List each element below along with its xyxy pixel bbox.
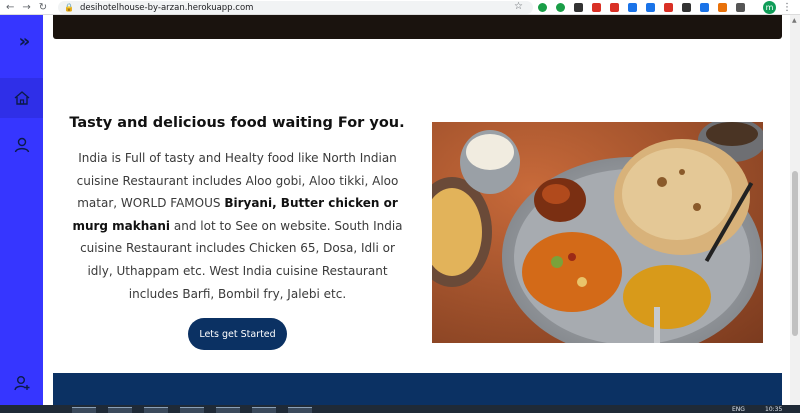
sidebar: » — [0, 15, 43, 413]
url-text[interactable]: desihotelhouse-by-arzan.herokuapp.com — [80, 3, 253, 13]
thali-plate-image — [432, 122, 763, 343]
sidebar-item-add-user[interactable] — [0, 363, 43, 403]
browser-extension-icon[interactable] — [718, 3, 727, 12]
reload-icon[interactable]: ↻ — [39, 0, 47, 15]
taskbar-app[interactable] — [72, 407, 96, 413]
taskbar-app[interactable] — [180, 407, 204, 413]
browser-extension-icon[interactable] — [646, 3, 655, 12]
back-icon[interactable]: ← — [6, 0, 14, 15]
browser-extension-icon[interactable] — [538, 3, 547, 12]
browser-toolbar: ← → ↻ 🔒 desihotelhouse-by-arzan.herokuap… — [0, 0, 800, 15]
browser-nav: ← → ↻ — [0, 0, 58, 15]
taskbar-app[interactable] — [252, 407, 276, 413]
scrollbar-thumb[interactable] — [792, 171, 798, 336]
scroll-up-icon[interactable]: ▲ — [792, 17, 797, 24]
browser-extension-icon[interactable] — [682, 3, 691, 12]
browser-extension-icon[interactable] — [592, 3, 601, 12]
sidebar-item-home[interactable] — [0, 78, 43, 118]
kebab-menu-icon[interactable]: ⋮ — [782, 0, 792, 15]
get-started-button[interactable]: Lets get Started — [188, 318, 287, 350]
taskbar-app[interactable] — [108, 407, 132, 413]
section-title: Tasty and delicious food waiting For you… — [69, 115, 405, 131]
browser-extension-icon[interactable] — [628, 3, 637, 12]
sidebar-item-user[interactable] — [0, 125, 43, 165]
language-indicator[interactable]: ENG — [732, 406, 745, 413]
taskbar-app[interactable] — [216, 407, 240, 413]
user-icon — [14, 137, 29, 153]
profile-avatar[interactable]: m — [763, 1, 776, 14]
page-scrollbar[interactable]: ▲ — [790, 15, 800, 413]
home-icon — [14, 91, 29, 105]
browser-extension-icon[interactable] — [610, 3, 619, 12]
taskbar-app[interactable] — [288, 407, 312, 413]
taskbar-app[interactable] — [144, 407, 168, 413]
browser-extension-icon[interactable] — [700, 3, 709, 12]
browser-extension-icon[interactable] — [556, 3, 565, 12]
bookmark-star-icon[interactable]: ☆ — [514, 1, 523, 12]
section-description: India is Full of tasty and Healty food l… — [66, 147, 409, 305]
add-user-icon — [13, 376, 29, 391]
lock-icon: 🔒 — [64, 3, 74, 12]
forward-icon[interactable]: → — [22, 0, 30, 15]
browser-extension-icon[interactable] — [664, 3, 673, 12]
expand-sidebar-icon[interactable]: » — [0, 21, 43, 61]
browser-extension-icon[interactable] — [736, 3, 745, 12]
clock[interactable]: 10:35 — [765, 406, 782, 413]
address-bar[interactable]: 🔒 desihotelhouse-by-arzan.herokuapp.com — [58, 1, 533, 14]
hero-banner-bottom — [53, 15, 782, 39]
browser-extension-icon[interactable] — [574, 3, 583, 12]
